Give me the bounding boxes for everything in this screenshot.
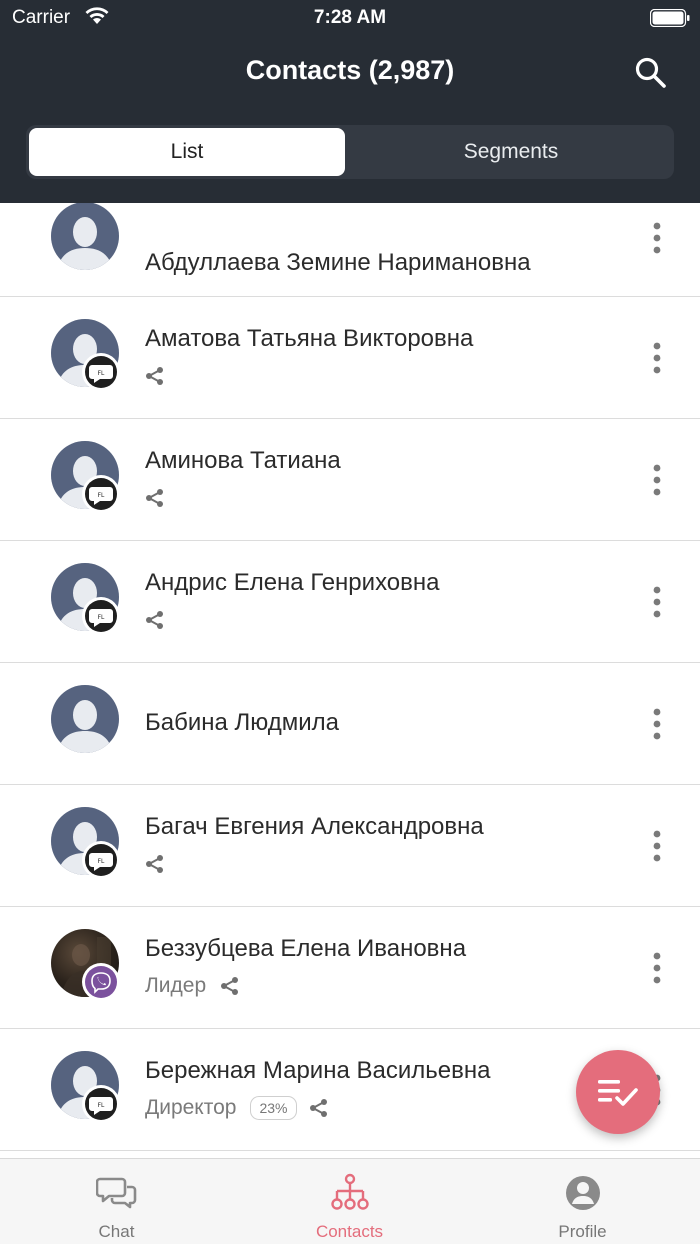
progress-badge: 23% [250, 1096, 297, 1120]
contact-row[interactable]: Абдуллаева Земине Наримановна [0, 203, 700, 297]
task-list-fab-button[interactable] [576, 1050, 660, 1134]
tab-label-contacts: Contacts [315, 1222, 384, 1241]
chat-bubble-icon: FL [85, 600, 117, 632]
contact-subline [145, 485, 165, 511]
contact-name: Абдуллаева Земине Наримановна [145, 249, 531, 276]
status-time: 7:28 AM [313, 7, 387, 28]
contact-row[interactable]: Беззубцева Елена Ивановна Лидер [0, 907, 700, 1029]
share-icon [309, 1099, 327, 1117]
svg-text:FL: FL [98, 1102, 105, 1109]
chat-bubble-icon: FL [85, 844, 117, 876]
chat-bubbles-icon [96, 1177, 137, 1209]
tab-label-chat: Chat [98, 1222, 135, 1241]
contact-row[interactable]: FL Аматова Татьяна Викторовна [0, 297, 700, 419]
contacts-list[interactable]: Абдуллаева Земине Наримановна FL Аматова… [0, 203, 700, 1158]
share-icon [221, 977, 239, 995]
more-options-icon[interactable] [646, 221, 668, 255]
contact-role: Лидер [145, 974, 207, 997]
more-options-icon[interactable] [646, 585, 668, 619]
tab-contacts[interactable]: Contacts [233, 1159, 466, 1244]
channel-badge: FL [82, 475, 120, 513]
contact-role: Директор [145, 1096, 237, 1119]
contact-name: Беззубцева Елена Ивановна [145, 935, 467, 962]
channel-badge: FL [82, 597, 120, 635]
chat-bubble-icon: FL [85, 478, 117, 510]
contact-name: Бабина Людмила [145, 709, 340, 736]
contact-name: Аминова Татиана [145, 447, 341, 474]
avatar [51, 203, 119, 270]
chat-bubble-icon: FL [85, 1088, 117, 1120]
checklist-icon [598, 1080, 638, 1106]
contact-subline [145, 363, 165, 389]
contact-subline: Директор 23% [145, 1095, 329, 1121]
contact-row[interactable]: FL Багач Евгения Александровна [0, 785, 700, 907]
chat-bubble-icon: FL [85, 356, 117, 388]
more-options-icon[interactable] [646, 707, 668, 741]
person-silhouette-icon [51, 203, 119, 270]
status-bar: Carrier 7:28 AM [0, 0, 700, 36]
contact-name: Андрис Елена Генриховна [145, 569, 440, 596]
channel-badge: FL [82, 841, 120, 879]
battery-icon [650, 9, 690, 27]
share-icon [146, 489, 163, 507]
segment-list[interactable]: List [29, 128, 345, 176]
segment-segments[interactable]: Segments [351, 128, 671, 176]
person-silhouette-icon [51, 685, 119, 753]
segmented-control: List Segments [26, 125, 674, 179]
org-chart-icon [331, 1173, 369, 1210]
contact-row[interactable]: FL Аминова Татиана [0, 419, 700, 541]
app-header: Carrier 7:28 AM Contacts (2,987) List Se… [0, 0, 700, 203]
user-circle-icon [566, 1176, 600, 1210]
more-options-icon[interactable] [646, 463, 668, 497]
svg-text:FL: FL [98, 370, 105, 377]
viber-icon [85, 966, 117, 998]
tab-bar: Chat Contacts Profile [0, 1158, 700, 1244]
contact-row[interactable]: FL Андрис Елена Генриховна [0, 541, 700, 663]
more-options-icon[interactable] [646, 951, 668, 985]
contact-subline: Лидер [145, 973, 240, 999]
search-icon[interactable] [633, 55, 669, 91]
more-options-icon[interactable] [646, 829, 668, 863]
channel-badge: FL [82, 353, 120, 391]
contact-name: Аматова Татьяна Викторовна [145, 325, 474, 352]
share-icon [146, 855, 163, 873]
contact-name: Бережная Марина Васильевна [145, 1057, 491, 1084]
contact-subline [145, 851, 165, 877]
contact-name: Багач Евгения Александровна [145, 813, 484, 840]
avatar [51, 685, 119, 753]
tab-profile[interactable]: Profile [466, 1159, 699, 1244]
svg-text:FL: FL [98, 492, 105, 499]
channel-badge [82, 963, 120, 1001]
more-options-icon[interactable] [646, 341, 668, 375]
contact-subline [145, 607, 165, 633]
contact-row[interactable]: Бабина Людмила [0, 663, 700, 785]
share-icon [146, 611, 163, 629]
channel-badge: FL [82, 1085, 120, 1123]
tab-chat[interactable]: Chat [0, 1159, 233, 1244]
svg-text:FL: FL [98, 614, 105, 621]
share-icon [146, 367, 163, 385]
page-title: Contacts (2,987) [245, 55, 455, 85]
svg-text:FL: FL [98, 858, 105, 865]
tab-label-profile: Profile [558, 1222, 607, 1241]
